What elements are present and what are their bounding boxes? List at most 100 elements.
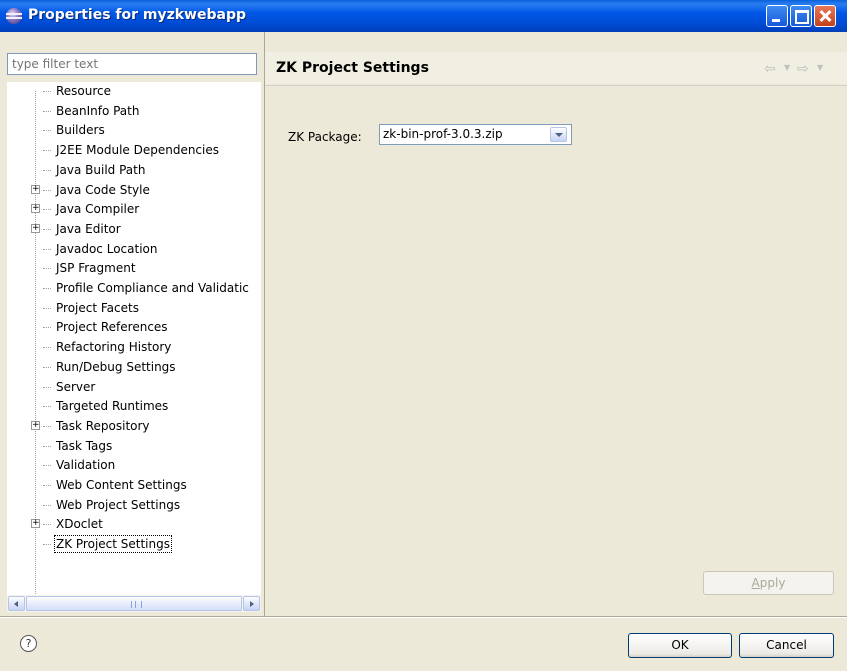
forward-arrow-icon[interactable]: ⇨ [797,61,809,77]
tree-item[interactable]: ZK Project Settings [7,535,261,554]
tree-item-label: Builders [56,123,105,138]
arrow-right-icon [250,601,254,607]
apply-button[interactable]: Apply [703,571,834,595]
tree-item[interactable]: + Task Repository [7,417,261,436]
left-pane: Resource BeanInfo Path Builders J2EE Module… [0,32,265,616]
tree-connector [43,504,51,506]
tree-item[interactable]: Refactoring History [7,338,261,357]
tree-connector [43,327,51,329]
tree-item[interactable]: Project Facets [7,299,261,318]
maximize-button[interactable] [790,5,812,27]
tree-item[interactable]: Web Content Settings [7,476,261,495]
tree-item[interactable]: Validation [7,456,261,475]
chevron-down-icon[interactable] [550,127,567,142]
minimize-button[interactable] [766,5,788,27]
tree-item[interactable]: Resource [7,82,261,101]
expand-plus-icon[interactable]: + [31,184,40,194]
tree-item-label: Server [56,379,96,394]
tree-item-label: ZK Project Settings [54,535,172,554]
eclipse-icon [6,8,22,24]
expand-plus-icon[interactable]: + [31,204,40,214]
tree-item[interactable]: Run/Debug Settings [7,358,261,377]
filter-input[interactable] [7,53,257,75]
tree-connector [43,150,51,152]
tree-item[interactable]: Profile Compliance and Validatic [7,279,261,298]
expand-plus-icon[interactable]: + [31,420,40,430]
tree-item[interactable]: BeanInfo Path [7,102,261,121]
tree-connector [43,248,51,250]
back-arrow-icon[interactable]: ⇦ [764,61,776,77]
tree-item-label: Java Editor [56,221,121,236]
tree-connector [43,268,51,270]
zk-package-value: zk-bin-prof-3.0.3.zip [383,127,503,141]
tree-item[interactable]: Server [7,378,261,397]
tree-item[interactable]: JSP Fragment [7,259,261,278]
tree-item[interactable]: Task Tags [7,437,261,456]
tree-connector [43,544,51,546]
tree-item-label: Resource [56,84,112,98]
tree-item[interactable]: J2EE Module Dependencies [7,141,261,160]
tree-item[interactable]: + Java Code Style [7,181,261,200]
tree-connector [43,91,51,92]
tree-item[interactable]: Builders [7,121,261,140]
tree-item[interactable]: Java Build Path [7,161,261,180]
right-pane: ZK Project Settings ⇦ ▼ ⇨ ▼ ZK Package: … [265,32,847,616]
tree-item-label: Profile Compliance and Validatic [56,281,249,295]
header-separator [265,85,847,86]
cancel-button[interactable]: Cancel [739,633,834,658]
tree-item-label: Targeted Runtimes [56,399,169,414]
tree-connector [43,347,51,349]
scroll-thumb[interactable] [26,596,242,611]
tree-connector [43,425,51,427]
page-title: ZK Project Settings [276,60,429,76]
tree-item-label: Web Content Settings [56,478,187,492]
tree-item-label: Refactoring History [56,340,172,355]
tree-item[interactable]: + XDoclet [7,515,261,534]
help-icon[interactable]: ? [20,635,37,652]
scroll-left-button[interactable] [8,596,25,611]
tree-item-label: J2EE Module Dependencies [56,143,220,158]
tree-item[interactable]: Project References [7,318,261,337]
forward-dropdown-icon[interactable]: ▼ [817,63,823,72]
title-bar[interactable]: Properties for myzkwebapp [0,0,847,32]
expand-plus-icon[interactable]: + [31,519,40,529]
tree-item[interactable]: + Java Editor [7,220,261,239]
expand-plus-icon[interactable]: + [31,223,40,233]
tree-item[interactable]: + Java Compiler [7,200,261,219]
tree-item-label: XDoclet [56,517,103,532]
arrow-left-icon [14,601,18,607]
tree-item-label: BeanInfo Path [56,103,140,118]
window-title: Properties for myzkwebapp [28,7,246,23]
apply-label-rest: pply [759,576,786,590]
tree-item-label: Java Compiler [56,202,140,217]
ok-button[interactable]: OK [628,633,732,658]
back-dropdown-icon[interactable]: ▼ [784,63,790,72]
scroll-right-button[interactable] [243,596,260,611]
tree-item[interactable]: Web Project Settings [7,496,261,515]
tree-connector [43,386,51,388]
tree-item-label: Java Code Style [56,182,150,197]
tree-horizontal-scrollbar[interactable] [7,595,261,612]
tree-connector [43,406,51,408]
tree-item[interactable]: Targeted Runtimes [7,397,261,416]
tree-connector [43,130,51,132]
tree-item-label: Web Project Settings [56,497,181,512]
tree-item-label: JSP Fragment [56,261,136,276]
tree-connector [43,169,51,171]
tree-connector [43,110,51,112]
tree-item-label: Javadoc Location [56,241,158,256]
tree-connector [43,485,51,486]
tree-item[interactable]: Javadoc Location [7,240,261,259]
zk-package-label: ZK Package: [288,130,362,144]
tree-connector [43,209,51,211]
scroll-grip-icon [131,601,142,608]
tree-item-label: Project References [56,320,168,335]
zk-package-select[interactable]: zk-bin-prof-3.0.3.zip [379,124,572,145]
close-button[interactable] [814,5,836,27]
tree-item-label: Validation [56,458,116,473]
property-tree[interactable]: Resource BeanInfo Path Builders J2EE Module… [7,82,261,595]
apply-mnemonic: A [751,576,760,590]
tree-connector [43,524,51,526]
tree-connector [43,228,51,230]
tree-item-label: Task Repository [56,418,150,433]
